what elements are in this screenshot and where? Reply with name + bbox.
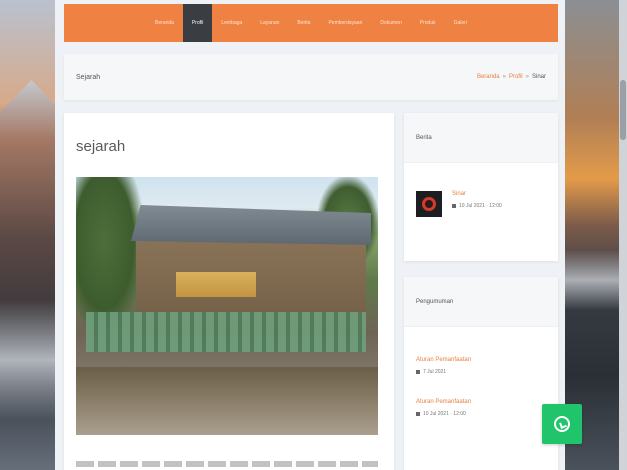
scrollbar-thumb[interactable]: [620, 80, 626, 140]
pengumuman-item-date: 7 Jul 2021: [423, 369, 447, 375]
pengumuman-item-title[interactable]: Aturan Pemanfaatan: [416, 399, 546, 405]
nav-item-produk[interactable]: Produk: [411, 4, 445, 42]
breadcrumb: Beranda » Profil » Sinar: [477, 74, 546, 80]
breadcrumb-separator: »: [525, 74, 529, 80]
nav-item-lembaga[interactable]: Lembaga: [212, 4, 251, 42]
nav-item-dokumen[interactable]: Dokumen: [371, 4, 410, 42]
calendar-icon: [416, 370, 420, 374]
photo-ground: [76, 367, 378, 435]
nav-item-galeri[interactable]: Galeri: [445, 4, 476, 42]
berita-item-date: 10 Jul 2021 · 12:00: [459, 203, 502, 209]
article-photo: [76, 177, 378, 435]
nav-item-pemberdayaan[interactable]: Pemberdayaan: [319, 4, 371, 42]
pengumuman-item-date: 10 Jul 2021 · 12:00: [423, 411, 466, 417]
nav-item-layanan[interactable]: Layanan: [251, 4, 288, 42]
berita-item-meta: 10 Jul 2021 · 12:00: [452, 203, 502, 209]
breadcrumb-link-beranda[interactable]: Beranda: [477, 74, 500, 80]
photo-yellow-panel: [176, 272, 256, 297]
pengumuman-item-meta: 10 Jul 2021 · 12:00: [416, 411, 546, 417]
calendar-icon: [416, 412, 420, 416]
background-mountain-right: [557, 0, 627, 470]
page-scrollbar[interactable]: [619, 0, 627, 470]
berita-thumbnail[interactable]: [416, 191, 442, 217]
breadcrumb-separator: »: [502, 74, 506, 80]
sidebar-berita-heading: Berita: [404, 113, 558, 163]
whatsapp-button[interactable]: [542, 404, 582, 444]
nav-item-beranda[interactable]: Beranda: [146, 4, 183, 42]
background-mist-right: [557, 250, 627, 310]
main-navbar: Beranda Profil Lembaga Layanan Berita Pe…: [64, 4, 558, 42]
article-body-text: [76, 461, 378, 467]
sidebar-pengumuman-card: Pengumuman Aturan Pemanfaatan 7 Jul 2021…: [404, 277, 558, 470]
sidebar-pengumuman-heading: Pengumuman: [404, 277, 558, 327]
berita-item-title[interactable]: Sinar: [452, 191, 502, 197]
list-item[interactable]: Aturan Pemanfaatan 7 Jul 2021: [404, 357, 558, 375]
photo-fence: [86, 312, 366, 352]
thumbnail-image: [422, 197, 436, 211]
breadcrumb-bar: Sejarah Beranda » Profil » Sinar: [64, 54, 558, 100]
page-container: Beranda Profil Lembaga Layanan Berita Pe…: [55, 0, 565, 470]
page-title: Sejarah: [76, 73, 101, 81]
pengumuman-item-title[interactable]: Aturan Pemanfaatan: [416, 357, 546, 363]
list-item[interactable]: Sinar 10 Jul 2021 · 12:00: [404, 163, 558, 245]
nav-item-berita[interactable]: Berita: [288, 4, 319, 42]
whatsapp-icon: [554, 416, 570, 432]
breadcrumb-current: Sinar: [531, 74, 546, 80]
breadcrumb-link-profil[interactable]: Profil: [509, 74, 523, 80]
pengumuman-item-meta: 7 Jul 2021: [416, 369, 546, 375]
article-title: sejarah: [76, 138, 126, 155]
article-card: sejarah: [64, 113, 394, 470]
nav-item-profil[interactable]: Profil: [182, 4, 213, 42]
calendar-icon: [452, 204, 456, 208]
list-item[interactable]: Aturan Pemanfaatan 10 Jul 2021 · 12:00: [404, 399, 558, 417]
sidebar-berita-card: Berita Sinar 10 Jul 2021 · 12:00: [404, 113, 558, 261]
